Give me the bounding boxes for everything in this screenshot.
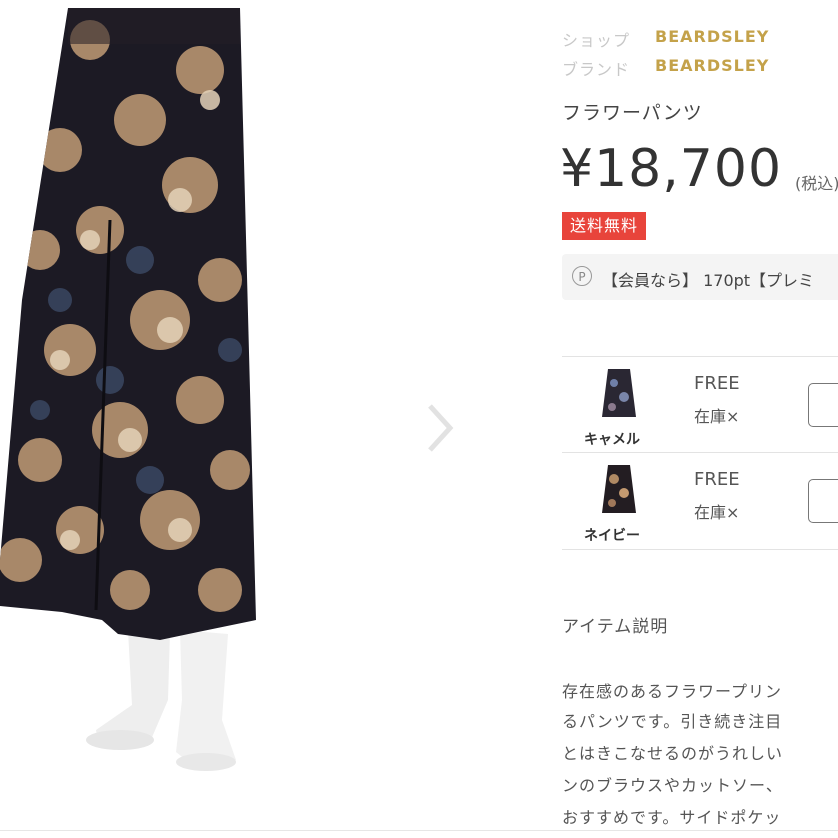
variant-color-label: キャメル: [584, 432, 640, 448]
description-title: アイテム説明: [562, 617, 669, 637]
mannequin-leg-right: [176, 630, 236, 768]
description-line: ンのブラウスやカットソー、: [562, 776, 783, 795]
shop-label: ショップ: [562, 31, 631, 50]
brand-link-wrap: BEARDSLEY: [655, 56, 769, 75]
variant-size: FREE: [694, 373, 740, 394]
shop-row: ショップ: [562, 27, 630, 51]
description-line: おすすめです。サイドポケッ: [562, 808, 782, 827]
variant-row: キャメル FREE 在庫×: [562, 356, 838, 453]
quantity-select[interactable]: [808, 383, 838, 427]
variant-row: ネイビー FREE 在庫×: [562, 452, 838, 550]
description-line: 存在感のあるフラワープリン: [562, 682, 783, 701]
brand-row: ブランド: [562, 56, 630, 80]
divider: [0, 830, 838, 831]
shop-link-wrap: BEARDSLEY: [655, 27, 769, 46]
variant-stock: 在庫×: [694, 503, 740, 522]
tax-note: (税込): [795, 174, 838, 193]
floral-pants: [0, 8, 256, 640]
price: ¥18,700: [560, 139, 783, 199]
variant-stock: 在庫×: [694, 407, 740, 426]
quantity-select[interactable]: [808, 479, 838, 523]
description-line: とはきこなせるのがうれしい: [562, 744, 784, 763]
chevron-right-icon[interactable]: [420, 398, 460, 458]
shop-link[interactable]: BEARDSLEY: [655, 27, 769, 46]
product-image: [0, 8, 256, 771]
point-icon: P: [572, 266, 592, 286]
brand-link[interactable]: BEARDSLEY: [655, 56, 769, 75]
variant-thumbnail[interactable]: [596, 463, 642, 519]
product-title: フラワーパンツ: [562, 102, 703, 124]
free-shipping-badge: 送料無料: [562, 212, 647, 240]
variant-thumbnail[interactable]: [596, 367, 642, 423]
brand-label: ブランド: [562, 60, 631, 79]
description-line: るパンツです。引き続き注目: [562, 712, 783, 731]
mannequin-leg-left: [96, 630, 170, 742]
points-text: 【会員なら】 170pt【プレミ: [602, 271, 815, 290]
variant-color-label: ネイビー: [584, 528, 640, 544]
variant-size: FREE: [694, 469, 740, 490]
